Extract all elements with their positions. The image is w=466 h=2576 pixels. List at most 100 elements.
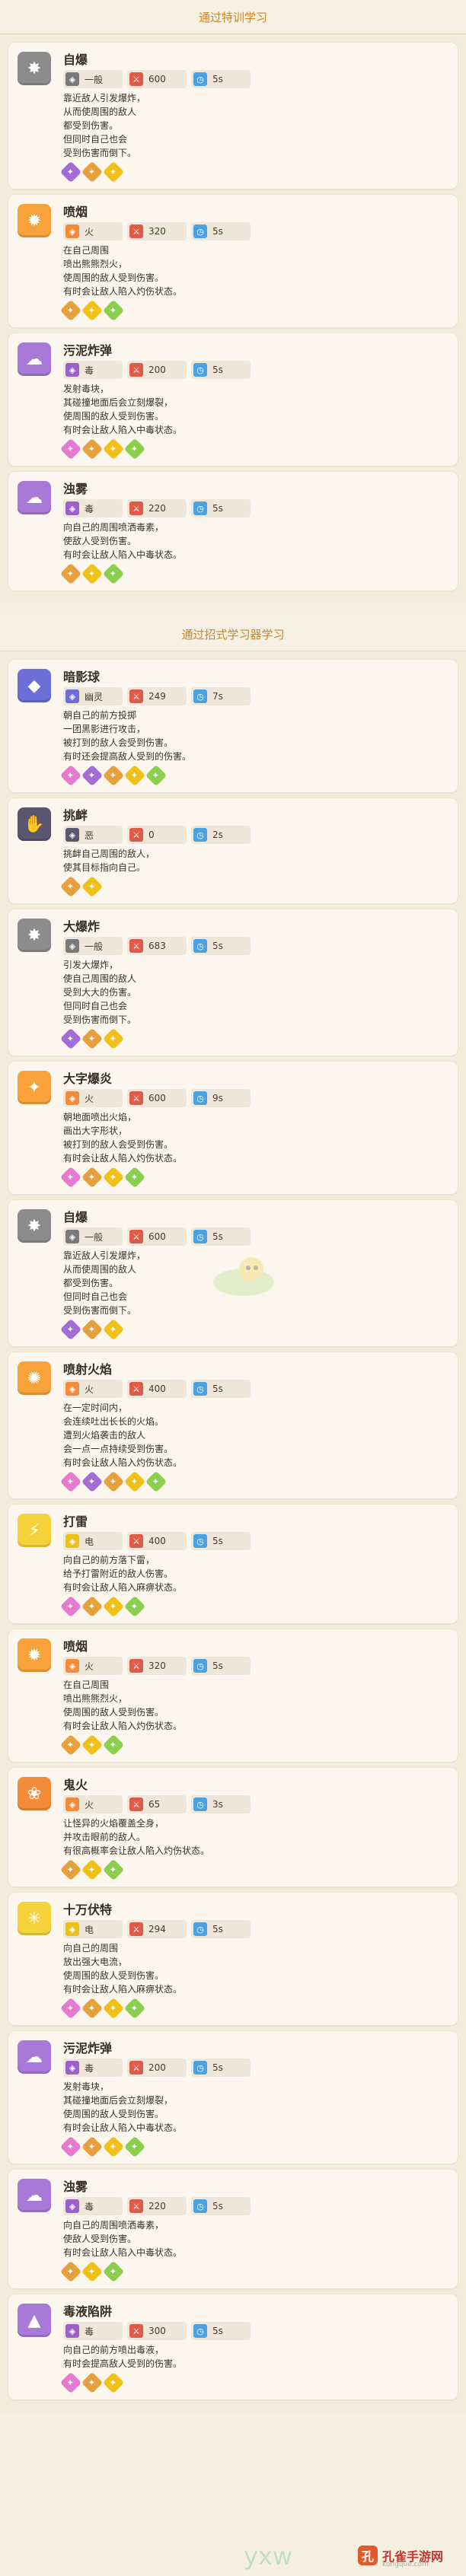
type-label: 毒	[85, 2062, 94, 2074]
section-header: 通过招式学习器学习	[0, 617, 466, 651]
skill-card[interactable]: ☁ 污泥炸弹 ◈ 毒 ⚔ 200 ◷ 5s 发射毒块， 其碰撞地面后会立刻爆裂， 使周围的敌人受…	[8, 333, 458, 466]
effect-tags: ✦ ✦ ✦	[59, 1318, 448, 1341]
effect-diamond-icon: ✦	[59, 1734, 82, 1756]
skill-card[interactable]: ✳ 十万伏特 ◈ 电 ⚔ 294 ◷ 5s 向自己的周围 放出强大电流， 使周围的敌人受到伤害。…	[8, 1892, 458, 2026]
taunt-icon: ✋	[18, 807, 51, 841]
type-icon: ◈	[65, 939, 79, 953]
skill-card[interactable]: ✹ 喷烟 ◈ 火 ⚔ 320 ◷ 5s 在自己周围 喷出熊熊烈火， 使周围的敌人受到伤害。 有时…	[8, 1629, 458, 1762]
skill-name: 浊雾	[63, 482, 88, 496]
type-icon: ◈	[65, 1230, 79, 1243]
skill-card[interactable]: ☁ 污泥炸弹 ◈ 毒 ⚔ 200 ◷ 5s 发射毒块， 其碰撞地面后会立刻爆裂， 使周围的敌人受…	[8, 2030, 458, 2164]
type-icon: ◈	[65, 72, 79, 86]
skill-card[interactable]: ☁ 浊雾 ◈ 毒 ⚔ 220 ◷ 5s 向自己的周围喷洒毒素， 使敌人受到伤害。 有时会让敌人陷…	[8, 471, 458, 591]
skill-description: 发射毒块， 其碰撞地面后会立刻爆裂， 使周围的敌人受到伤害。 有时会让敌人陷入中…	[63, 2081, 183, 2133]
type-label: 火	[85, 226, 94, 237]
effect-diamond-icon: ✦	[81, 438, 104, 460]
skill-description: 引发大爆炸， 使自己周围的敌人 受到大大的伤害。 但同时自己也会 受到伤害而倒下…	[63, 960, 137, 1025]
cooldown-value: 5s	[212, 1661, 223, 1671]
skill-name: 浊雾	[63, 2180, 88, 2194]
effect-tags: ✦ ✦ ✦	[59, 161, 448, 183]
effect-diamond-icon: ✦	[145, 1470, 168, 1493]
power-value: 65	[148, 1799, 161, 1810]
type-stat: ◈ 恶	[63, 826, 123, 844]
power-stat: ⚔ 300	[127, 2322, 187, 2340]
effect-diamond-icon: ✦	[59, 1318, 82, 1341]
power-value: 249	[148, 691, 166, 702]
skill-stats: ◈ 火 ⚔ 65 ◷ 3s	[63, 1795, 448, 1813]
cooldown-value: 5s	[212, 1536, 223, 1546]
type-stat: ◈ 火	[63, 1380, 123, 1398]
skill-stats: ◈ 一般 ⚔ 600 ◷ 5s	[63, 1228, 448, 1246]
effect-diamond-icon: ✦	[81, 2260, 104, 2283]
big-explosion-icon: ✸	[18, 919, 51, 952]
effect-tags: ✦ ✦ ✦ ✦	[59, 1997, 448, 2020]
effect-diamond-icon: ✦	[102, 1595, 125, 1618]
skill-stats: ◈ 火 ⚔ 400 ◷ 5s	[63, 1380, 448, 1398]
effect-diamond-icon: ✦	[81, 2371, 104, 2394]
skill-card[interactable]: ✺ 喷射火焰 ◈ 火 ⚔ 400 ◷ 5s 在一定时间内， 会连续吐出长长的火焰。 遭到火焰袭击…	[8, 1352, 458, 1499]
type-label: 毒	[85, 365, 94, 376]
skill-card[interactable]: ❀ 鬼火 ◈ 火 ⚔ 65 ◷ 3s 让怪异的火焰覆盖全身， 并攻击眼前的敌人。 有很高概率会让…	[8, 1767, 458, 1887]
skill-card[interactable]: ◆ 暗影球 ◈ 幽灵 ⚔ 249 ◷ 7s 朝自己的前方投掷 一团黑影进行攻击， 被打到的敌人会…	[8, 659, 458, 793]
cooldown-icon: ◷	[193, 224, 207, 238]
skill-card[interactable]: ⚡ 打雷 ◈ 电 ⚔ 400 ◷ 5s 向自己的前方落下雷， 给予打雷附近的敌人伤害。 有时会让…	[8, 1504, 458, 1624]
type-icon: ◈	[65, 224, 79, 238]
skill-description: 发射毒块， 其碰撞地面后会立刻爆裂， 使周围的敌人受到伤害。 有时会让敌人陷入中…	[63, 384, 183, 435]
thunder-icon: ⚡	[18, 1514, 51, 1547]
cooldown-stat: ◷ 5s	[191, 1657, 251, 1675]
skill-stats: ◈ 一般 ⚔ 683 ◷ 5s	[63, 937, 448, 955]
power-value: 600	[148, 74, 166, 84]
type-icon: ◈	[65, 2061, 79, 2074]
skill-card[interactable]: ✋ 挑衅 ◈ 恶 ⚔ 0 ◷ 2s 挑衅自己周围的敌人， 使其目标指向自己。 ✦ ✦	[8, 798, 458, 904]
cooldown-stat: ◷ 5s	[191, 1228, 251, 1246]
cooldown-icon: ◷	[193, 72, 207, 86]
type-stat: ◈ 幽灵	[63, 687, 123, 705]
skill-stats: ◈ 毒 ⚔ 220 ◷ 5s	[63, 2197, 448, 2215]
type-stat: ◈ 毒	[63, 2322, 123, 2340]
fire-blast-icon: ✦	[18, 1071, 51, 1104]
effect-diamond-icon: ✦	[123, 1166, 146, 1189]
effect-diamond-icon: ✦	[102, 1166, 125, 1189]
power-stat: ⚔ 220	[127, 2197, 187, 2215]
effect-diamond-icon: ✦	[81, 1595, 104, 1618]
power-icon: ⚔	[129, 689, 143, 703]
type-label: 一般	[85, 941, 104, 952]
effect-tags: ✦ ✦ ✦	[59, 1027, 448, 1050]
skill-card[interactable]: ▲ 毒液陷阱 ◈ 毒 ⚔ 300 ◷ 5s 向自己的前方喷出毒液， 有时会提高敌人受到的伤害。 ✦…	[8, 2294, 458, 2400]
will-o-wisp-icon: ❀	[18, 1777, 51, 1810]
skill-stats: ◈ 火 ⚔ 600 ◷ 9s	[63, 1089, 448, 1107]
skill-card[interactable]: ✦ 大字爆炎 ◈ 火 ⚔ 600 ◷ 9s 朝地面喷出火焰， 画出大字形状， 被打到的敌人会受到…	[8, 1061, 458, 1195]
type-label: 电	[85, 1536, 94, 1547]
cooldown-value: 5s	[212, 2326, 223, 2336]
type-icon: ◈	[65, 1534, 79, 1548]
cooldown-value: 5s	[212, 2201, 223, 2211]
skill-name: 自爆	[63, 1210, 88, 1224]
effect-diamond-icon: ✦	[145, 764, 168, 787]
type-stat: ◈ 毒	[63, 499, 123, 517]
effect-diamond-icon: ✦	[102, 161, 125, 183]
shadow-ball-icon: ◆	[18, 669, 51, 702]
type-stat: ◈ 毒	[63, 361, 123, 379]
skill-name: 污泥炸弹	[63, 343, 113, 358]
cooldown-value: 7s	[212, 691, 223, 702]
type-label: 火	[85, 1799, 94, 1810]
cooldown-icon: ◷	[193, 1091, 207, 1105]
cooldown-value: 5s	[212, 1231, 223, 1242]
flame-burst-icon: ✹	[18, 204, 51, 237]
type-icon: ◈	[65, 828, 79, 842]
type-label: 毒	[85, 503, 94, 514]
cooldown-icon: ◷	[193, 1382, 207, 1396]
skill-name: 污泥炸弹	[63, 2041, 113, 2055]
skill-card[interactable]: ✹ 喷烟 ◈ 火 ⚔ 320 ◷ 5s 在自己周围 喷出熊熊烈火， 使周围的敌人受到伤害。 有时…	[8, 194, 458, 328]
skill-card[interactable]: ☁ 浊雾 ◈ 毒 ⚔ 220 ◷ 5s 向自己的周围喷洒毒素， 使敌人受到伤害。 有时会让敌人陷…	[8, 2169, 458, 2289]
power-icon: ⚔	[129, 2324, 143, 2338]
effect-diamond-icon: ✦	[81, 1734, 104, 1756]
power-value: 400	[148, 1384, 166, 1394]
skill-description: 向自己的周围 放出强大电流， 使周围的敌人受到伤害。 有时会让敌人陷入麻痹状态。	[63, 1943, 183, 1995]
skill-card[interactable]: ✸ 大爆炸 ◈ 一般 ⚔ 683 ◷ 5s 引发大爆炸， 使自己周围的敌人 受到大大的伤害。 但…	[8, 909, 458, 1056]
cooldown-icon: ◷	[193, 1534, 207, 1548]
skill-card[interactable]: ✸ 自爆 ◈ 一般 ⚔ 600 ◷ 5s 靠近敌人引发爆炸， 从而使周围的敌人 都受到伤害。 但…	[8, 42, 458, 189]
type-label: 火	[85, 1093, 94, 1104]
cooldown-stat: ◷ 5s	[191, 1920, 251, 1938]
type-icon: ◈	[65, 1922, 79, 1936]
